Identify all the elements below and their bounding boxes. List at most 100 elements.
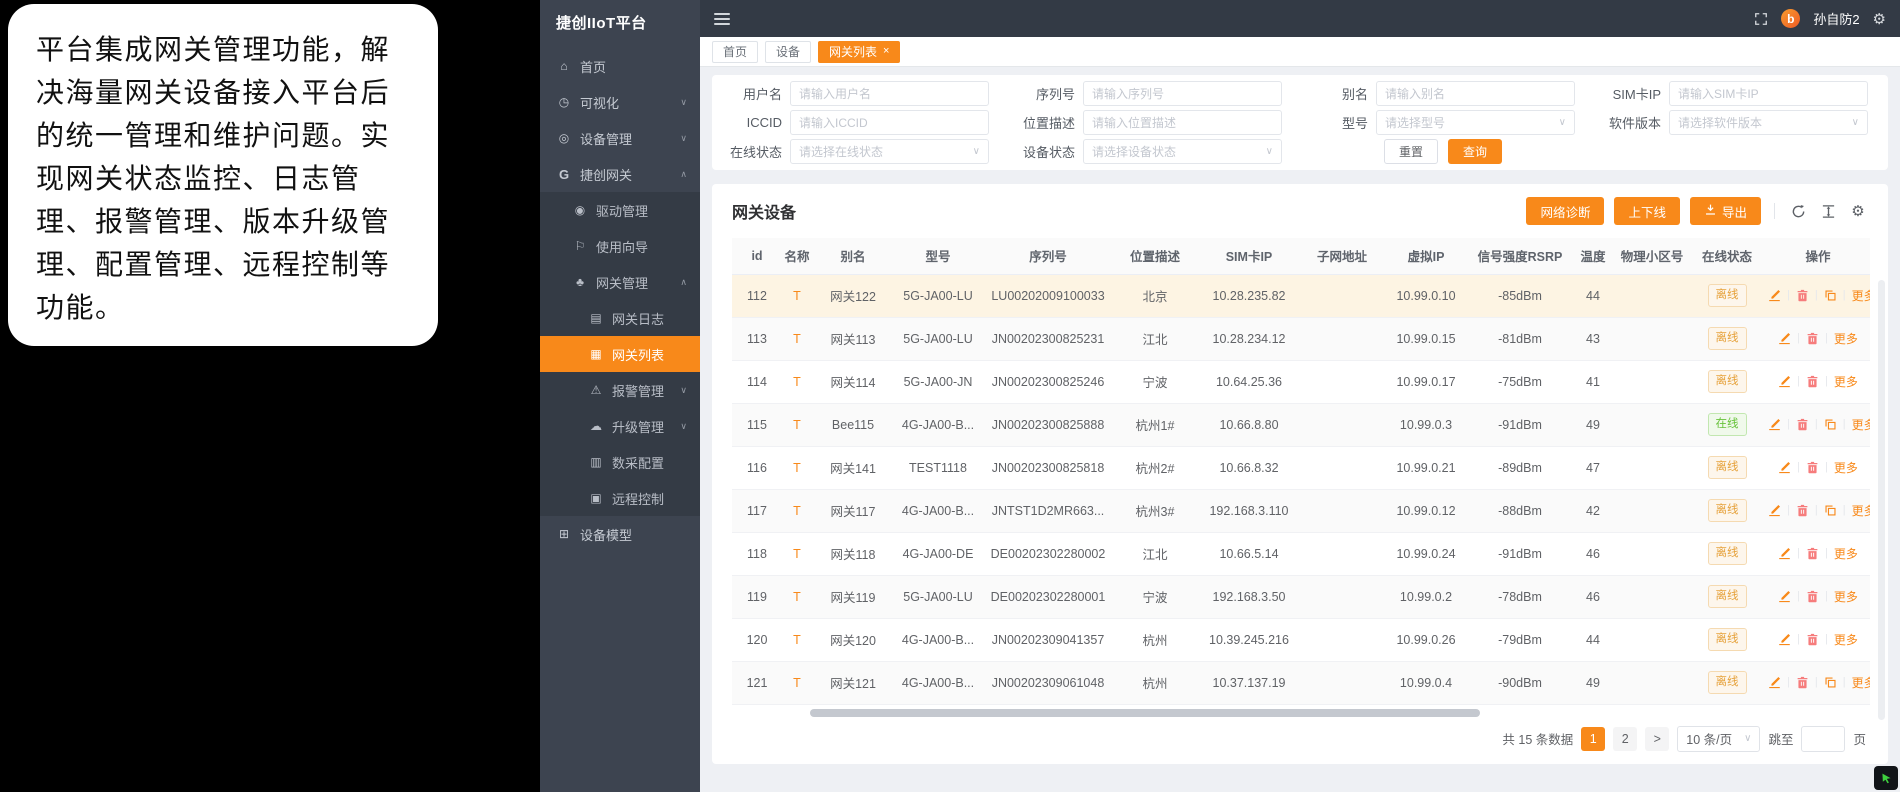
filter-input[interactable] [799,87,980,101]
filter-input[interactable] [1092,87,1273,101]
table-row[interactable]: 118T网关1184G-JA00-DEDE00202302280002江北10.… [732,532,1870,575]
select-软件版本[interactable]: 请选择软件版本∨ [1669,110,1868,135]
table-row[interactable]: 112T网关1225G-JA00-LULU00202009100033北京10.… [732,274,1870,317]
edit-icon[interactable] [1778,332,1791,345]
edit-icon[interactable] [1768,289,1781,302]
table-row[interactable]: 120T网关1204G-JA00-B...JN00202309041357杭州1… [732,618,1870,661]
page-button-2[interactable]: 2 [1613,727,1637,751]
tab-首页[interactable]: 首页 [712,41,758,63]
edit-icon[interactable] [1778,547,1791,560]
username[interactable]: 孙自防2 [1813,9,1859,28]
edit-icon[interactable] [1768,676,1781,689]
more-link[interactable]: 更多 [1834,330,1858,347]
edit-icon[interactable] [1778,633,1791,646]
topology-icon[interactable] [1824,676,1837,689]
jump-page-input[interactable] [1801,726,1845,752]
table-row[interactable]: 113T网关1135G-JA00-LUJN00202300825231江北10.… [732,317,1870,360]
next-page-button[interactable]: > [1645,727,1669,751]
sidebar-item[interactable]: ☁升级管理∨ [540,408,700,444]
more-link[interactable]: 更多 [1852,287,1870,304]
cell-status: 在线 [1688,403,1766,446]
topology-icon[interactable] [1824,289,1837,302]
tab-网关列表[interactable]: 网关列表× [818,41,900,63]
horizontal-scrollbar[interactable] [810,709,1480,717]
input-用户名[interactable] [790,81,989,106]
sidebar-item-active[interactable]: ▦网关列表 [540,336,700,372]
table-row[interactable]: 114T网关1145G-JA00-JNJN00202300825246宁波10.… [732,360,1870,403]
sidebar-item[interactable]: ◷可视化∨ [540,84,700,120]
select-在线状态[interactable]: 请选择在线状态∨ [790,139,989,164]
delete-icon[interactable] [1806,461,1819,474]
vertical-scrollbar[interactable] [1878,280,1885,720]
sidebar-item[interactable]: ⚐使用向导 [540,228,700,264]
settings-icon[interactable]: ⚙ [1873,10,1886,28]
more-link[interactable]: 更多 [1834,373,1858,390]
more-link[interactable]: 更多 [1852,502,1870,519]
input-ICCID[interactable] [790,110,989,135]
topology-icon[interactable] [1824,418,1837,431]
delete-icon[interactable] [1806,375,1819,388]
network-diagnose-button[interactable]: 网络诊断 [1526,197,1604,225]
topbar: b 孙自防2 ⚙ [700,0,1900,37]
search-button[interactable]: 查询 [1448,139,1502,164]
page-button-1[interactable]: 1 [1581,727,1605,751]
edit-icon[interactable] [1778,375,1791,388]
table-row[interactable]: 117T网关1174G-JA00-B...JNTST1D2MR663...杭州3… [732,489,1870,532]
floating-cursor-widget[interactable] [1874,766,1898,790]
input-别名[interactable] [1376,81,1575,106]
filter-input[interactable] [1092,116,1273,130]
online-offline-button[interactable]: 上下线 [1614,197,1680,225]
filter-input[interactable] [799,116,980,130]
sidebar-item[interactable]: ⊞设备模型 [540,516,700,552]
column-height-icon[interactable] [1818,201,1838,221]
delete-icon[interactable] [1796,504,1809,517]
page-size-select[interactable]: 10 条/页 ∨ [1677,726,1760,752]
tab-设备[interactable]: 设备 [765,41,811,63]
sidebar-item[interactable]: ▣远程控制 [540,480,700,516]
sidebar-item[interactable]: ⌂首页 [540,48,700,84]
edit-icon[interactable] [1768,418,1781,431]
more-link[interactable]: 更多 [1852,674,1870,691]
edit-icon[interactable] [1778,461,1791,474]
input-序列号[interactable] [1083,81,1282,106]
close-icon[interactable]: × [883,46,889,57]
refresh-icon[interactable] [1788,201,1808,221]
more-link[interactable]: 更多 [1852,416,1870,433]
sidebar-item[interactable]: ▥数采配置 [540,444,700,480]
topology-icon[interactable] [1824,504,1837,517]
edit-icon[interactable] [1768,504,1781,517]
table-row[interactable]: 115TBee1154G-JA00-B...JN00202300825888杭州… [732,403,1870,446]
sidebar-item[interactable]: ♣网关管理∧ [540,264,700,300]
sidebar-item[interactable]: G捷创网关∧ [540,156,700,192]
table-row[interactable]: 121T网关1214G-JA00-B...JN00202309061048杭州1… [732,661,1870,704]
delete-icon[interactable] [1806,633,1819,646]
delete-icon[interactable] [1806,590,1819,603]
delete-icon[interactable] [1806,332,1819,345]
settings-icon[interactable]: ⚙ [1848,201,1868,221]
sidebar-item[interactable]: ▤网关日志 [540,300,700,336]
more-link[interactable]: 更多 [1834,459,1858,476]
filter-input[interactable] [1385,87,1566,101]
delete-icon[interactable] [1806,547,1819,560]
sidebar-item[interactable]: ◎设备管理∨ [540,120,700,156]
more-link[interactable]: 更多 [1834,631,1858,648]
input-SIM卡IP[interactable] [1669,81,1868,106]
input-位置描述[interactable] [1083,110,1282,135]
filter-input[interactable] [1678,87,1859,101]
export-button[interactable]: 导出 [1690,197,1761,225]
edit-icon[interactable] [1778,590,1791,603]
sidebar-item[interactable]: ⚠报警管理∨ [540,372,700,408]
menu-collapse-icon[interactable] [714,13,730,25]
table-row[interactable]: 116T网关141TEST1118JN00202300825818杭州2#10.… [732,446,1870,489]
sidebar-item[interactable]: ◉驱动管理 [540,192,700,228]
more-link[interactable]: 更多 [1834,545,1858,562]
select-设备状态[interactable]: 请选择设备状态∨ [1083,139,1282,164]
delete-icon[interactable] [1796,289,1809,302]
fullscreen-icon[interactable] [1754,12,1768,26]
table-row[interactable]: 119T网关1195G-JA00-LUDE00202302280001宁波192… [732,575,1870,618]
select-型号[interactable]: 请选择型号∨ [1376,110,1575,135]
delete-icon[interactable] [1796,676,1809,689]
more-link[interactable]: 更多 [1834,588,1858,605]
delete-icon[interactable] [1796,418,1809,431]
reset-button[interactable]: 重置 [1384,139,1438,164]
